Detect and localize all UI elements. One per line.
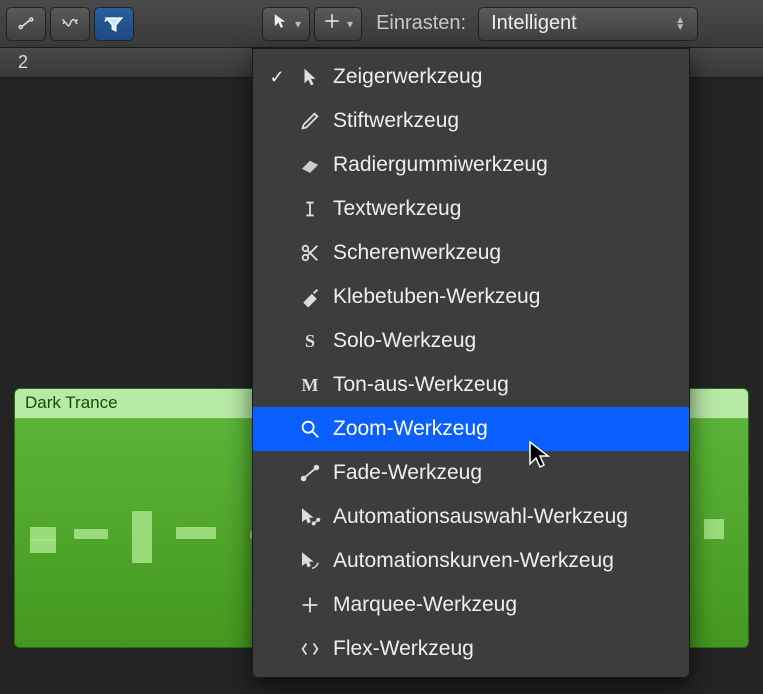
autocurve-icon — [297, 548, 323, 574]
snap-label: Einrasten: — [376, 12, 466, 35]
tool-menu-item-glue[interactable]: Klebetuben-Werkzeug — [253, 275, 689, 319]
cmd-click-tool-selector[interactable]: ▾ — [314, 7, 362, 41]
tool-menu-item-label: Solo-Werkzeug — [333, 329, 476, 353]
chevron-down-icon: ▾ — [347, 17, 353, 31]
tool-menu-item-label: Zeigerwerkzeug — [333, 65, 482, 89]
automation-mode-button[interactable] — [6, 7, 46, 41]
tool-menu-item-label: Automationsauswahl-Werkzeug — [333, 505, 628, 529]
tool-menu-item-marquee[interactable]: Marquee-Werkzeug — [253, 583, 689, 627]
tool-menu-item-zoom[interactable]: Zoom-Werkzeug — [253, 407, 689, 451]
updown-icon: ▲▼ — [675, 17, 685, 31]
tool-menu-item-label: Scherenwerkzeug — [333, 241, 501, 265]
glue-icon — [297, 284, 323, 310]
tool-menu-item-label: Automationskurven-Werkzeug — [333, 549, 614, 573]
marquee-icon — [297, 592, 323, 618]
tool-menu: ✓ Zeigerwerkzeug Stiftwerkzeug Radiergummiw… — [252, 48, 690, 678]
tool-menu-item-label: Marquee-Werkzeug — [333, 593, 517, 617]
scissors-icon — [297, 240, 323, 266]
solo-icon: S — [297, 328, 323, 354]
tool-menu-item-autosel[interactable]: Automationsauswahl-Werkzeug — [253, 495, 689, 539]
catch-filter-button[interactable] — [94, 7, 134, 41]
fade-icon — [297, 460, 323, 486]
checkmark-icon: ✓ — [267, 67, 287, 88]
tool-menu-item-label: Ton-aus-Werkzeug — [333, 373, 509, 397]
snap-mode-select[interactable]: Intelligent ▲▼ — [478, 7, 698, 41]
tool-menu-item-label: Radiergummiwerkzeug — [333, 153, 548, 177]
tool-menu-item-eraser[interactable]: Radiergummiwerkzeug — [253, 143, 689, 187]
snap-mode-value: Intelligent — [491, 12, 577, 35]
pointer-icon — [271, 11, 289, 36]
eraser-icon — [297, 152, 323, 178]
tool-menu-item-label: Textwerkzeug — [333, 197, 461, 221]
pointer-icon — [297, 64, 323, 90]
tool-menu-item-label: Flex-Werkzeug — [333, 637, 474, 661]
ruler-bar-number: 2 — [18, 52, 28, 73]
zoom-icon — [297, 416, 323, 442]
flex-mode-button[interactable] — [50, 7, 90, 41]
tool-menu-item-mute[interactable]: M Ton-aus-Werkzeug — [253, 363, 689, 407]
tool-menu-item-scissors[interactable]: Scherenwerkzeug — [253, 231, 689, 275]
tool-menu-item-label: Fade-Werkzeug — [333, 461, 482, 485]
tool-menu-item-solo[interactable]: S Solo-Werkzeug — [253, 319, 689, 363]
tool-menu-item-label: Klebetuben-Werkzeug — [333, 285, 540, 309]
tool-menu-item-pencil[interactable]: Stiftwerkzeug — [253, 99, 689, 143]
toolbar: ▾ ▾ Einrasten: Intelligent ▲▼ — [0, 0, 763, 48]
text-icon — [297, 196, 323, 222]
mute-icon: M — [297, 372, 323, 398]
tool-menu-item-text[interactable]: Textwerkzeug — [253, 187, 689, 231]
left-click-tool-selector[interactable]: ▾ — [262, 7, 310, 41]
pencil-icon — [297, 108, 323, 134]
crosshair-icon — [323, 11, 341, 36]
chevron-down-icon: ▾ — [295, 17, 301, 31]
tool-menu-item-fade[interactable]: Fade-Werkzeug — [253, 451, 689, 495]
tool-menu-item-label: Zoom-Werkzeug — [333, 417, 488, 441]
tool-menu-item-pointer[interactable]: ✓ Zeigerwerkzeug — [253, 55, 689, 99]
autosel-icon — [297, 504, 323, 530]
tool-menu-item-autocurve[interactable]: Automationskurven-Werkzeug — [253, 539, 689, 583]
tool-menu-item-flex[interactable]: Flex-Werkzeug — [253, 627, 689, 671]
flex-icon — [297, 636, 323, 662]
tool-menu-item-label: Stiftwerkzeug — [333, 109, 459, 133]
